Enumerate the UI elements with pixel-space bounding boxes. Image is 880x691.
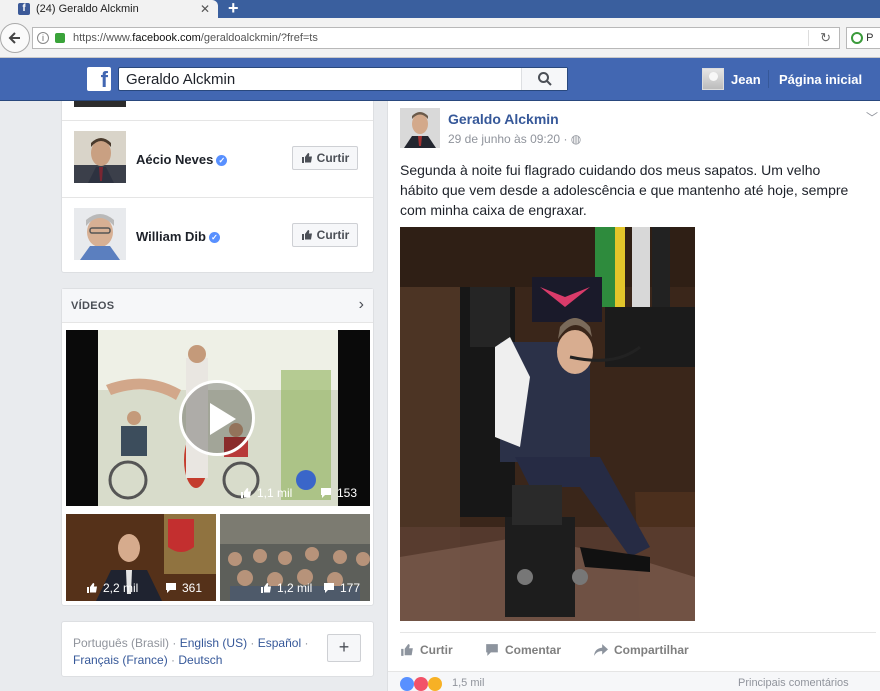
video-like-count: 1,1 mil	[240, 486, 292, 500]
search-extension-label: P	[866, 32, 874, 44]
lock-icon[interactable]	[55, 33, 65, 43]
home-link[interactable]: Página inicial	[779, 72, 862, 87]
thumb-up-icon	[261, 583, 271, 593]
video-like-count: 2,2 mil	[86, 581, 138, 595]
add-language-button[interactable]: +	[327, 634, 361, 662]
page-name[interactable]: Aécio Neves ✓	[136, 152, 228, 167]
thumb-up-icon	[241, 488, 251, 498]
language-card: Português (Brasil) · English (US) · Espa…	[61, 621, 374, 677]
reaction-count: 1,5 mil	[452, 677, 485, 689]
reload-icon[interactable]: ↻	[820, 30, 831, 46]
comment-icon	[321, 488, 331, 498]
comment-icon	[166, 583, 176, 593]
video-like-count: 1,2 mil	[260, 581, 312, 595]
thumb-up-icon	[87, 583, 97, 593]
comment-button[interactable]: Comentar	[485, 643, 561, 657]
page-photo[interactable]	[74, 131, 126, 183]
thumb-up-icon	[401, 644, 413, 656]
related-pages-card: Aécio Neves ✓ Curtir William Dib ✓ Curtir	[61, 101, 374, 273]
post-text: Segunda à noite fui flagrado cuidando do…	[400, 162, 849, 218]
user-name-link[interactable]: Jean	[731, 72, 761, 87]
video-comment-count: 153	[320, 486, 357, 500]
videos-card: VÍDEOS › 1,1 mil 153 2,2 mil 361 1,2 mil…	[61, 288, 374, 606]
info-icon[interactable]: i	[37, 32, 49, 44]
share-arrow-icon	[594, 644, 608, 656]
partial-page-photo	[74, 101, 126, 107]
video-comment-count: 361	[165, 581, 202, 595]
browser-navbar: i https://www.facebook.com/geraldoalckmi…	[0, 18, 880, 58]
page-photo[interactable]	[74, 208, 126, 260]
tab-close-icon[interactable]: ✕	[200, 2, 210, 16]
verified-badge-icon: ✓	[208, 232, 220, 243]
current-language: Português (Brasil)	[73, 636, 170, 650]
language-links: Português (Brasil) · English (US) · Espa…	[73, 636, 309, 667]
like-page-label: Curtir	[316, 228, 350, 242]
search-button[interactable]	[521, 68, 567, 90]
comment-sort-label[interactable]: Principais comentários	[738, 677, 849, 689]
video-thumb-3[interactable]: 1,2 mil 177	[220, 514, 370, 601]
play-button-icon[interactable]	[179, 380, 255, 456]
facebook-header: f Geraldo Alckmin Jean Página inicial	[0, 58, 880, 101]
post-card: Geraldo Alckmin 29 de junho às 09:20 · ◍…	[387, 101, 880, 691]
search-input[interactable]: Geraldo Alckmin	[126, 71, 235, 88]
comment-icon	[324, 583, 334, 593]
reaction-summary[interactable]: 1,5 mil Principais comentários	[388, 671, 880, 691]
videos-header[interactable]: VÍDEOS ›	[62, 289, 373, 323]
search-field[interactable]: Geraldo Alckmin	[118, 67, 568, 91]
like-page-label: Curtir	[316, 151, 350, 165]
page-row-aecio: Aécio Neves ✓ Curtir	[62, 120, 373, 196]
post-author-name[interactable]: Geraldo Alckmin	[448, 111, 559, 127]
post-photo[interactable]	[400, 227, 695, 621]
like-button[interactable]: Curtir	[400, 643, 453, 657]
globe-icon: ◍	[570, 132, 582, 146]
like-reaction-icon	[400, 677, 414, 691]
featured-video[interactable]: 1,1 mil 153	[66, 330, 370, 506]
back-arrow-icon	[8, 32, 20, 44]
comment-label: Comentar	[505, 643, 562, 657]
url-text: https://www.facebook.com/geraldoalckmin/…	[73, 32, 318, 44]
post-author-avatar[interactable]	[400, 108, 440, 148]
browser-tabstrip: f (24) Geraldo Alckmin ✕ +	[0, 0, 880, 18]
like-label: Curtir	[420, 643, 453, 657]
search-icon	[538, 72, 552, 86]
language-link[interactable]: Español	[258, 636, 301, 650]
post-photo-image	[400, 227, 695, 621]
new-tab-icon[interactable]: +	[228, 0, 239, 19]
browser-tab[interactable]: f (24) Geraldo Alckmin ✕	[0, 0, 218, 18]
video-thumb-2[interactable]: 2,2 mil 361	[66, 514, 216, 601]
post-options-chevron-icon[interactable]: ﹀	[866, 109, 878, 126]
search-extension-icon	[851, 32, 863, 45]
share-button[interactable]: Compartilhar	[594, 643, 689, 657]
language-link[interactable]: Français (France)	[73, 653, 168, 667]
address-bar[interactable]: i https://www.facebook.com/geraldoalckmi…	[32, 27, 840, 49]
like-page-button[interactable]: Curtir	[292, 223, 358, 247]
language-link[interactable]: Deutsch	[178, 653, 222, 667]
videos-title: VÍDEOS	[71, 300, 115, 312]
thumb-up-icon	[301, 230, 312, 240]
share-label: Compartilhar	[614, 643, 689, 657]
header-divider	[768, 70, 769, 88]
tab-title: (24) Geraldo Alckmin	[36, 3, 139, 15]
post-action-bar: Curtir Comentar Compartilhar	[400, 632, 876, 668]
user-avatar[interactable]	[702, 68, 724, 90]
video-comment-count: 177	[323, 581, 360, 595]
language-link[interactable]: English (US)	[180, 636, 247, 650]
page-name[interactable]: William Dib ✓	[136, 229, 220, 244]
like-page-button[interactable]: Curtir	[292, 146, 358, 170]
post-timestamp[interactable]: 29 de junho às 09:20 · ◍	[448, 132, 581, 146]
urlbar-divider	[808, 30, 809, 46]
page-row-william: William Dib ✓ Curtir	[62, 197, 373, 273]
verified-badge-icon: ✓	[216, 155, 228, 166]
search-extension[interactable]: P	[846, 27, 880, 49]
haha-reaction-icon	[428, 677, 442, 691]
back-button[interactable]	[0, 23, 30, 53]
facebook-favicon-icon: f	[18, 3, 30, 15]
love-reaction-icon	[414, 677, 428, 691]
comment-icon	[486, 644, 498, 656]
chevron-right-icon[interactable]: ›	[359, 296, 364, 314]
facebook-logo[interactable]: f	[87, 67, 111, 92]
thumb-up-icon	[301, 153, 312, 163]
